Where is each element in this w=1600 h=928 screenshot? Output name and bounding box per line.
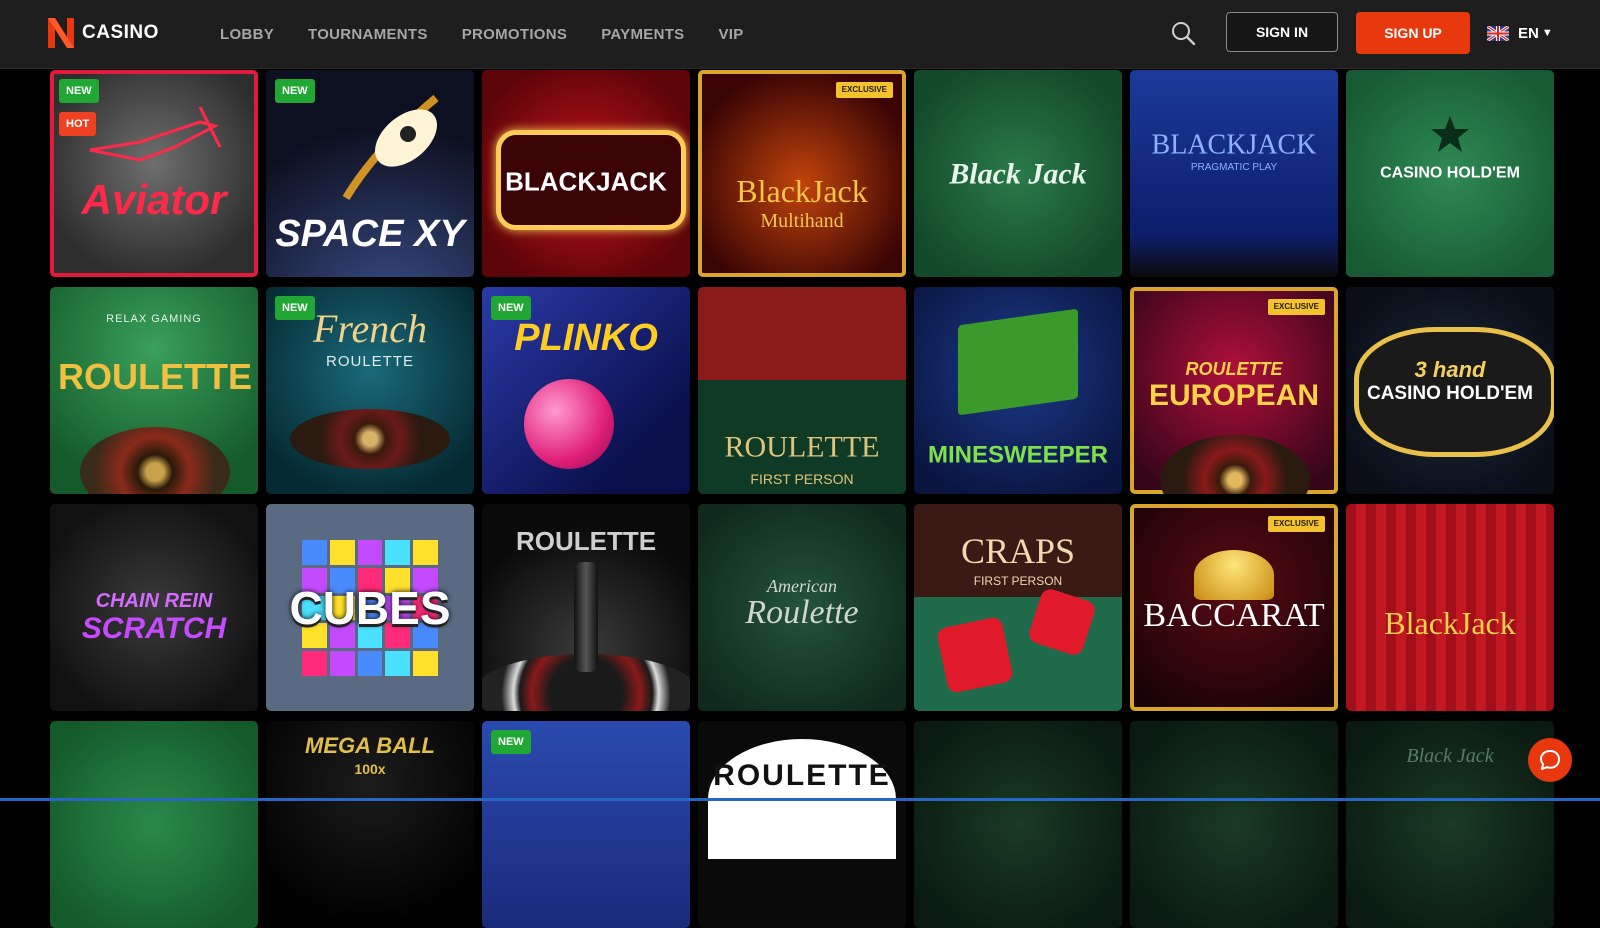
chevron-down-icon: ▼ <box>1541 27 1553 39</box>
game-tile-dim-2[interactable] <box>1130 721 1338 928</box>
game-tile-blackjack-multihand[interactable]: BlackJack Multihand EXCLUSIVE <box>698 70 906 277</box>
uk-flag-icon <box>1487 25 1509 41</box>
game-tile-plinko[interactable]: PLINKO NEW <box>482 287 690 494</box>
game-title: BLACKJACK <box>505 166 667 197</box>
game-tile-3-hand-casino-holdem[interactable]: 3 hand CASINO HOLD'EM <box>1346 287 1554 494</box>
nav-vip[interactable]: VIP <box>718 26 743 43</box>
game-tile-blackjack-red[interactable]: BlackJack <box>1346 504 1554 711</box>
game-subtitle: Roulette <box>745 594 859 631</box>
game-tile-black-jack-dim[interactable]: Black Jack <box>1346 721 1554 928</box>
game-title: ROULETTE <box>713 759 891 792</box>
game-tile-roulette-european[interactable]: ROULETTE EUROPEAN EXCLUSIVE <box>1130 287 1338 494</box>
game-subtitle: FIRST PERSON <box>973 574 1063 588</box>
brand-name: CASINO <box>82 22 159 43</box>
game-tile-dim-1[interactable] <box>914 721 1122 928</box>
game-tile-american-roulette[interactable]: American Roulette <box>698 504 906 711</box>
game-title: SPACE XY <box>275 213 465 256</box>
game-title: BLACKJACK <box>1151 129 1317 161</box>
game-title: CUBES <box>289 581 451 634</box>
game-subtitle: FIRST PERSON <box>750 471 854 487</box>
game-tile-craps-first-person[interactable]: CRAPS FIRST PERSON <box>914 504 1122 711</box>
game-title: ROULETTE <box>724 430 880 464</box>
n-logo-icon <box>48 18 74 48</box>
game-tile-roulette[interactable]: ROULETTE <box>482 504 690 711</box>
game-tile-blackjack[interactable]: BLACKJACK <box>482 70 690 277</box>
new-badge: NEW <box>59 79 99 103</box>
game-tile-minesweeper[interactable]: MINESWEEPER <box>914 287 1122 494</box>
new-badge: NEW <box>275 79 315 103</box>
exclusive-badge: EXCLUSIVE <box>835 82 893 98</box>
chat-bubble-icon <box>1540 750 1560 770</box>
game-title: PLINKO <box>514 317 658 360</box>
game-title: ROULETTE <box>58 356 252 398</box>
game-title: 3 hand <box>1414 357 1486 382</box>
game-tile-aviator[interactable]: Aviator NEW HOT <box>50 70 258 277</box>
nav-lobby[interactable]: LOBBY <box>220 26 274 43</box>
game-title: MINESWEEPER <box>927 441 1109 469</box>
game-title: Aviator <box>81 175 227 223</box>
game-tile-mega-ball[interactable]: MEGA BALL 100x <box>266 721 474 928</box>
star-icon <box>1431 116 1469 152</box>
game-title: ROULETTE <box>515 526 657 556</box>
rocket-icon <box>342 94 439 201</box>
game-title: CASINO HOLD'EM <box>1380 164 1520 182</box>
main-nav: LOBBY TOURNAMENTS PROMOTIONS PAYMENTS VI… <box>220 0 778 68</box>
plane-icon <box>89 106 222 162</box>
casino-logo[interactable]: CASINO <box>48 18 159 48</box>
new-badge: NEW <box>275 296 315 320</box>
exclusive-badge: EXCLUSIVE <box>1267 516 1325 532</box>
game-title: Black Jack <box>949 156 1087 190</box>
game-title: BACCARAT <box>1143 597 1325 635</box>
game-tile-space-xy[interactable]: SPACE XY NEW <box>266 70 474 277</box>
game-tile-casino-holdem[interactable]: CASINO HOLD'EM <box>1346 70 1554 277</box>
game-subtitle: Multihand <box>760 210 844 232</box>
game-title: BlackJack <box>1384 605 1516 642</box>
new-badge: NEW <box>491 730 531 754</box>
game-subtitle: CASINO HOLD'EM <box>1366 383 1534 404</box>
game-subtitle: EUROPEAN <box>1148 379 1320 412</box>
hot-badge: HOT <box>59 112 97 136</box>
exclusive-badge: EXCLUSIVE <box>1267 299 1325 315</box>
game-title: Black Jack <box>1406 745 1494 767</box>
game-tile-wizard[interactable]: NEW <box>482 721 690 928</box>
nav-tournaments[interactable]: TOURNAMENTS <box>308 26 428 43</box>
game-subtitle: 100x <box>354 761 386 777</box>
game-subtitle: SCRATCH <box>81 612 227 645</box>
game-subtitle-top: ROULETTE <box>1185 359 1283 379</box>
sign-in-button[interactable]: SIGN IN <box>1226 12 1338 52</box>
game-tile-roulette-first-person[interactable]: ROULETTE FIRST PERSON <box>698 287 906 494</box>
game-tile-relax-roulette[interactable]: RELAX GAMING ROULETTE <box>50 287 258 494</box>
game-subtitle: RELAX GAMING <box>106 313 202 325</box>
game-tile-roulette-classic[interactable]: ROULETTE <box>698 721 906 928</box>
game-subtitle: ROULETTE <box>325 353 414 370</box>
chat-button[interactable] <box>1528 738 1572 782</box>
game-tile-chain-rein-scratch[interactable]: CHAIN REIN SCRATCH <box>50 504 258 711</box>
nav-payments[interactable]: PAYMENTS <box>601 26 684 43</box>
game-tile-baccarat[interactable]: BACCARAT EXCLUSIVE <box>1130 504 1338 711</box>
language-code: EN <box>1518 24 1539 42</box>
game-subtitle: PRAGMATIC PLAY <box>1190 162 1278 173</box>
game-title: MEGA BALL <box>305 733 435 758</box>
game-tile-black-jack[interactable]: Black Jack <box>914 70 1122 277</box>
new-badge: NEW <box>491 296 531 320</box>
game-tile-blackjack-pragmatic[interactable]: BLACKJACK PRAGMATIC PLAY <box>1130 70 1338 277</box>
game-tile-cards[interactable] <box>50 721 258 928</box>
game-tile-french-roulette[interactable]: French ROULETTE NEW <box>266 287 474 494</box>
nav-promotions[interactable]: PROMOTIONS <box>462 26 568 43</box>
language-selector[interactable]: EN ▼ <box>1487 22 1553 44</box>
game-title: CHAIN REIN <box>95 590 213 612</box>
game-title: BlackJack <box>736 173 868 210</box>
game-tile-cubes[interactable]: CUBES <box>266 504 474 711</box>
top-navigation-bar: CASINO LOBBY TOURNAMENTS PROMOTIONS PAYM… <box>0 0 1600 68</box>
game-title: CRAPS <box>960 531 1076 571</box>
search-icon[interactable] <box>1170 20 1196 46</box>
sign-up-button[interactable]: SIGN UP <box>1356 12 1470 54</box>
